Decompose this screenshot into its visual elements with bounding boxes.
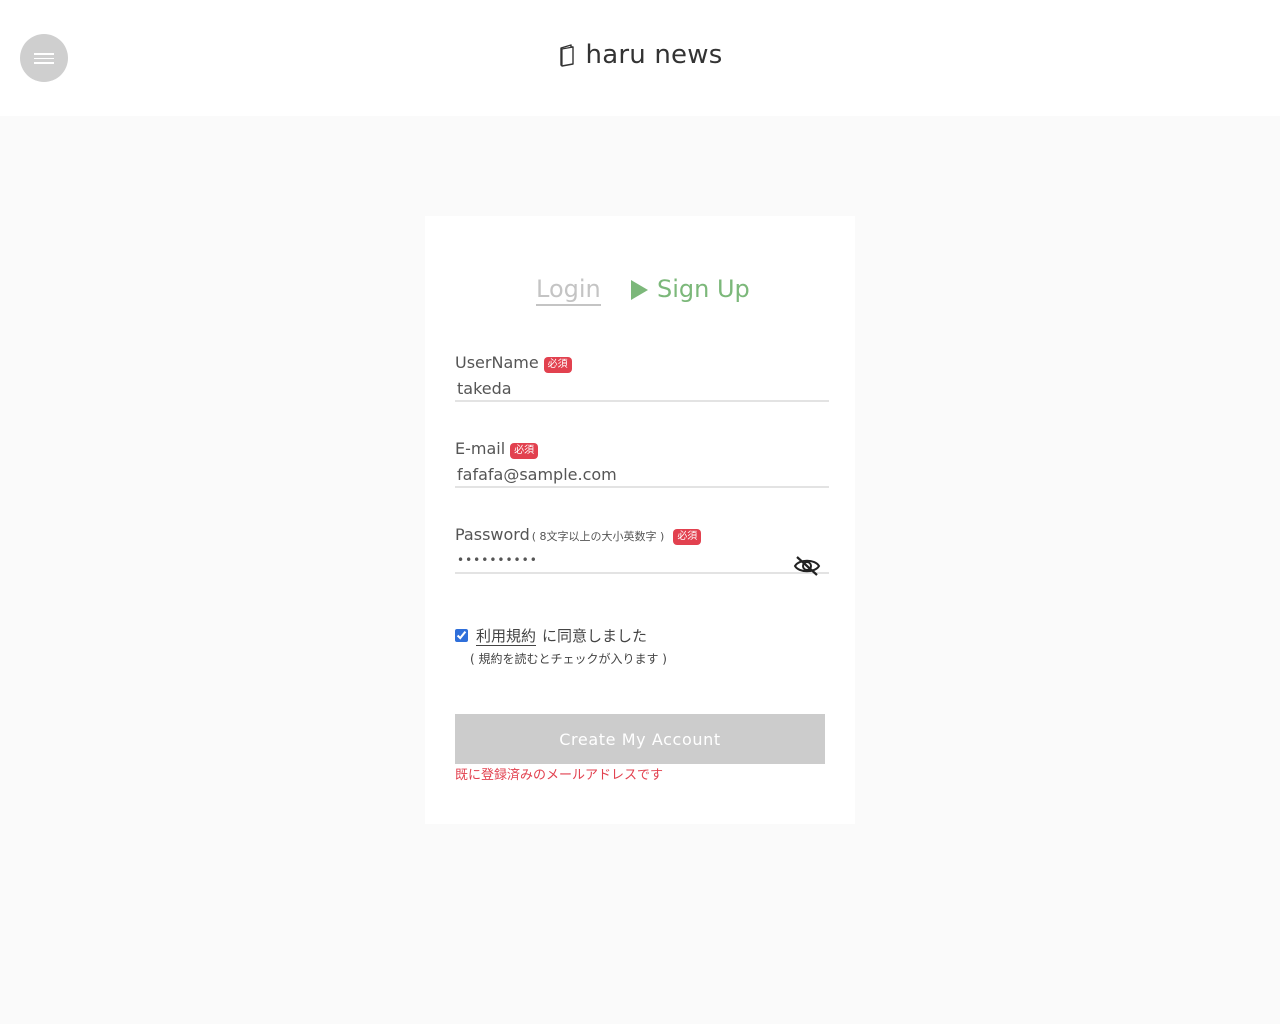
tab-login[interactable]: Login xyxy=(536,274,601,306)
password-input[interactable] xyxy=(455,548,829,574)
email-label-text: E-mail xyxy=(455,439,506,458)
terms-checkbox[interactable] xyxy=(455,629,468,642)
tab-signup[interactable]: Sign Up xyxy=(631,274,750,304)
terms-link[interactable]: 利用規約 xyxy=(476,627,537,646)
book-logo-icon xyxy=(558,43,576,74)
password-label: Password( 8文字以上の大小英数字 ) 必須 xyxy=(455,524,829,546)
signup-card: Login Sign Up UserName必須 E-mail必須 Passwo… xyxy=(425,216,855,824)
username-field-group: UserName 必須 xyxy=(455,352,829,402)
brand[interactable]: haru news xyxy=(0,40,1280,74)
eye-off-icon[interactable] xyxy=(793,554,821,578)
terms-hint: ( 規約を読むとチェックが入ります ) xyxy=(470,652,667,666)
username-input[interactable] xyxy=(455,376,829,402)
password-field-group: Password( 8文字以上の大小英数字 ) 必須 xyxy=(455,524,829,576)
tab-signup-label: Sign Up xyxy=(657,275,750,303)
email-label: E-mail 必須 xyxy=(455,438,829,460)
email-input[interactable] xyxy=(455,462,829,488)
play-triangle-icon xyxy=(631,280,648,300)
username-label-text: UserName xyxy=(455,353,539,372)
password-rule-note: ( 8文字以上の大小英数字 ) xyxy=(531,530,665,543)
error-message: 既に登録済みのメールアドレスです xyxy=(455,768,664,783)
site-header: haru news xyxy=(0,0,1280,116)
brand-name: haru news xyxy=(585,40,723,70)
required-badge: 必須 xyxy=(673,529,702,545)
create-account-button[interactable]: Create My Account xyxy=(455,714,825,764)
required-badge: 必須 xyxy=(510,443,539,459)
email-field-group: E-mail 必須 xyxy=(455,438,829,488)
terms-text: 利用規約 に同意しました xyxy=(476,626,647,646)
password-label-text: Password xyxy=(455,525,530,544)
terms-agree-text: に同意しました xyxy=(542,627,648,645)
required-badge: 必須 xyxy=(543,357,572,373)
username-label: UserName 必須 xyxy=(455,352,829,374)
